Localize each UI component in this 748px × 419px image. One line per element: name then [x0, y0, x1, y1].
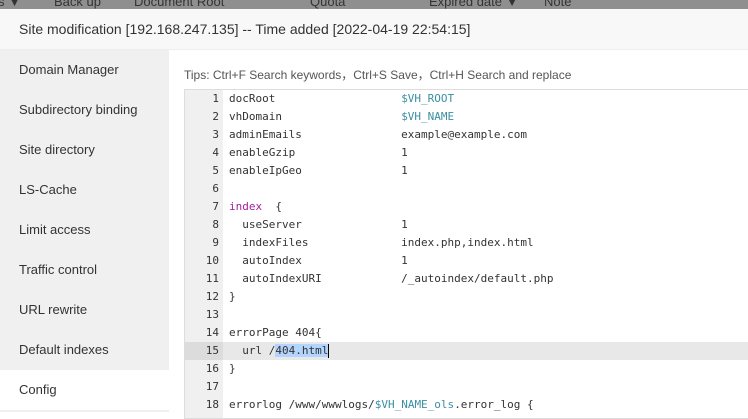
- code-token: enableGzip 1: [229, 146, 408, 159]
- line-code: errorPage 404{: [229, 324, 322, 342]
- code-token: indexFiles index.php,index.html: [229, 236, 534, 249]
- code-token: errorlog /www/wwwlogs/: [229, 398, 375, 411]
- header-col-docroot: Document Root: [134, 0, 225, 9]
- selected-text: 404.html: [275, 344, 329, 357]
- sidebar-item-default-indexes[interactable]: Default indexes: [0, 330, 169, 370]
- background-table-header: s ▼ Back up Document Root Quota Expired …: [0, 0, 748, 9]
- header-col-quota: Quota: [310, 0, 346, 9]
- line-number: 3: [212, 128, 219, 141]
- code-token: autoIndexURI /_autoindex/default.php: [229, 272, 554, 285]
- code-line[interactable]: 2 vhDomain $VH_NAME: [185, 108, 748, 126]
- code-line[interactable]: 10 autoIndex 1: [185, 252, 748, 270]
- line-number: 17: [205, 380, 219, 393]
- line-number: 12: [205, 290, 219, 303]
- line-code: errorlog /www/wwwlogs/$VH_NAME_ols.error…: [229, 396, 534, 414]
- line-code: vhDomain $VH_NAME: [229, 108, 454, 126]
- line-code: enableGzip 1: [229, 144, 408, 162]
- sidebar-item-traffic-control[interactable]: Traffic control: [0, 250, 169, 290]
- code-line[interactable]: 7 index {: [185, 198, 748, 216]
- code-token: url /: [229, 344, 276, 357]
- code-line[interactable]: 17: [185, 378, 748, 396]
- code-line[interactable]: 3 adminEmails example@example.com: [185, 126, 748, 144]
- code-token: }: [229, 290, 236, 303]
- sidebar-item-ls-cache[interactable]: LS-Cache: [0, 170, 169, 210]
- header-col-expired: Expired date ▼: [429, 0, 519, 9]
- sidebar: Domain Manager Subdirectory binding Site d…: [0, 50, 169, 412]
- code-editor[interactable]: 1 docRoot $VH_ROOT 2 vhDomain $VH_NAME 3 admi…: [184, 89, 748, 419]
- line-code: autoIndex 1: [229, 252, 408, 270]
- line-code: useServer 1: [229, 216, 408, 234]
- line-number: 4: [212, 146, 219, 159]
- code-line[interactable]: 5 enableIpGeo 1: [185, 162, 748, 180]
- code-token: $VH_ROOT: [401, 92, 455, 105]
- code-token: autoIndex 1: [229, 254, 408, 267]
- line-code: }: [229, 360, 236, 378]
- code-token: vhDomain: [229, 110, 402, 123]
- line-code: url /404.html: [229, 342, 330, 360]
- sidebar-item-limit-access[interactable]: Limit access: [0, 210, 169, 250]
- code-token: index: [229, 200, 263, 213]
- header-col-note: Note: [544, 0, 572, 9]
- dialog-title: Site modification [192.168.247.135] -- T…: [0, 9, 748, 50]
- code-line[interactable]: 16}: [185, 360, 748, 378]
- line-number: 13: [205, 308, 219, 321]
- code-line[interactable]: 11 autoIndexURI /_autoindex/default.php: [185, 270, 748, 288]
- code-line[interactable]: 15 url /404.html: [185, 342, 748, 360]
- line-number: 8: [212, 218, 219, 231]
- code-line[interactable]: 9 indexFiles index.php,index.html: [185, 234, 748, 252]
- line-number: 5: [212, 164, 219, 177]
- code-line[interactable]: 18 errorlog /www/wwwlogs/$VH_NAME_ols.err…: [185, 396, 748, 414]
- sidebar-item-url-rewrite[interactable]: URL rewrite: [0, 290, 169, 330]
- sidebar-item-domain-manager[interactable]: Domain Manager: [0, 50, 169, 90]
- line-number: 2: [212, 110, 219, 123]
- line-number: 9: [212, 236, 219, 249]
- code-line[interactable]: 14 errorPage 404{: [185, 324, 748, 342]
- line-number: 16: [205, 362, 219, 375]
- sidebar-item-subdirectory-binding[interactable]: Subdirectory binding: [0, 90, 169, 130]
- line-number: 10: [205, 254, 219, 267]
- code-token: enableIpGeo 1: [229, 164, 408, 177]
- text-cursor: [328, 344, 330, 358]
- code-token: }: [229, 362, 236, 375]
- code-token: $VH_NAME_ols: [374, 398, 455, 411]
- line-code: indexFiles index.php,index.html: [229, 234, 534, 252]
- line-number: 6: [212, 182, 219, 195]
- line-code: enableIpGeo 1: [229, 162, 408, 180]
- code-line[interactable]: 4 enableGzip 1: [185, 144, 748, 162]
- line-code: adminEmails example@example.com: [229, 126, 527, 144]
- line-code: docRoot $VH_ROOT: [229, 90, 454, 108]
- line-code: index {: [229, 198, 282, 216]
- code-token: .error_log {: [454, 398, 534, 411]
- sidebar-item-site-directory[interactable]: Site directory: [0, 130, 169, 170]
- line-number: 7: [212, 200, 219, 213]
- code-line[interactable]: 8 useServer 1: [185, 216, 748, 234]
- line-number: 18: [205, 398, 219, 411]
- code-token: docRoot: [229, 92, 402, 105]
- line-number: 14: [205, 326, 219, 339]
- line-number: 11: [205, 272, 219, 285]
- code-token: errorPage 404{: [229, 326, 322, 339]
- code-token: adminEmails example@example.com: [229, 128, 528, 141]
- code-line[interactable]: 12}: [185, 288, 748, 306]
- header-col: s ▼: [0, 0, 21, 9]
- sidebar-item-config[interactable]: Config: [0, 370, 169, 410]
- line-number: 1: [212, 92, 219, 105]
- code-token: useServer 1: [229, 218, 408, 231]
- tips-text: Tips: Ctrl+F Search keywords，Ctrl+S Save…: [184, 68, 572, 82]
- code-line[interactable]: 1 docRoot $VH_ROOT: [185, 90, 748, 108]
- code-token: {: [262, 200, 282, 213]
- code-line[interactable]: 13: [185, 306, 748, 324]
- line-code: autoIndexURI /_autoindex/default.php: [229, 270, 554, 288]
- line-number: 15: [185, 342, 223, 360]
- code-line[interactable]: 6: [185, 180, 748, 198]
- line-code: }: [229, 288, 236, 306]
- header-col-backup: Back up: [54, 0, 101, 9]
- code-token: $VH_NAME: [401, 110, 455, 123]
